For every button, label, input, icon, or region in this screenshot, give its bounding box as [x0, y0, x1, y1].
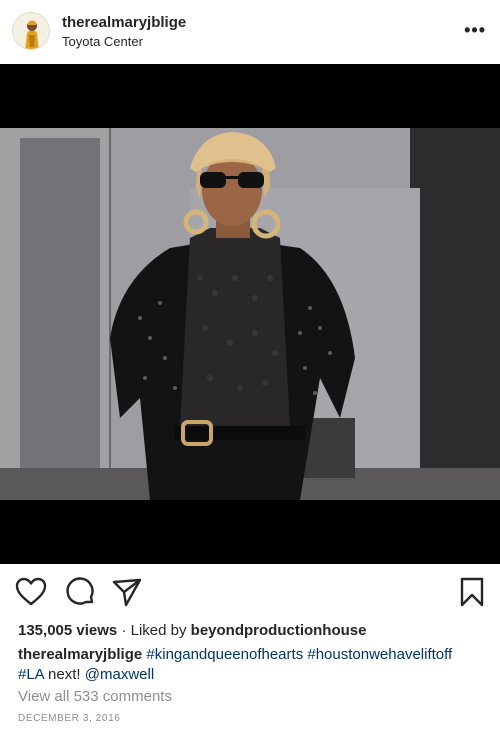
view-comments-link[interactable]: View all 533 comments [18, 688, 172, 705]
hashtag-link[interactable]: #kingandqueenofhearts [146, 646, 303, 663]
hashtag-link[interactable]: #houstonwehaveliftoff [307, 646, 452, 663]
caption: therealmaryjblige #kingandqueenofhearts … [18, 645, 488, 685]
bookmark-icon[interactable] [456, 576, 488, 608]
paper-plane-icon[interactable] [111, 576, 143, 608]
action-bar [0, 566, 500, 618]
avatar[interactable] [12, 12, 50, 50]
views-line: 135,005 views · Liked by beyondproductio… [18, 622, 366, 639]
username-link[interactable]: therealmaryjblige [62, 14, 186, 31]
post-video[interactable] [0, 64, 500, 564]
video-frame [0, 128, 500, 500]
post-header: therealmaryjblige Toyota Center ••• [0, 0, 500, 64]
liked-by-label: Liked by [130, 622, 187, 639]
caption-username-link[interactable]: therealmaryjblige [18, 646, 142, 663]
comment-icon[interactable] [64, 576, 96, 608]
views-count[interactable]: 135,005 views [18, 622, 117, 639]
location-link[interactable]: Toyota Center [62, 34, 143, 49]
more-horizontal-icon[interactable]: ••• [464, 20, 486, 41]
mention-link[interactable]: @maxwell [85, 666, 154, 683]
separator: · [121, 622, 127, 639]
liked-by-user-link[interactable]: beyondproductionhouse [191, 622, 367, 639]
caption-text: next! [48, 666, 81, 683]
post-date: DECEMBER 3, 2016 [18, 713, 121, 724]
hashtag-link[interactable]: #LA [18, 666, 44, 683]
avatar-image [13, 13, 49, 49]
heart-icon[interactable] [15, 576, 47, 608]
